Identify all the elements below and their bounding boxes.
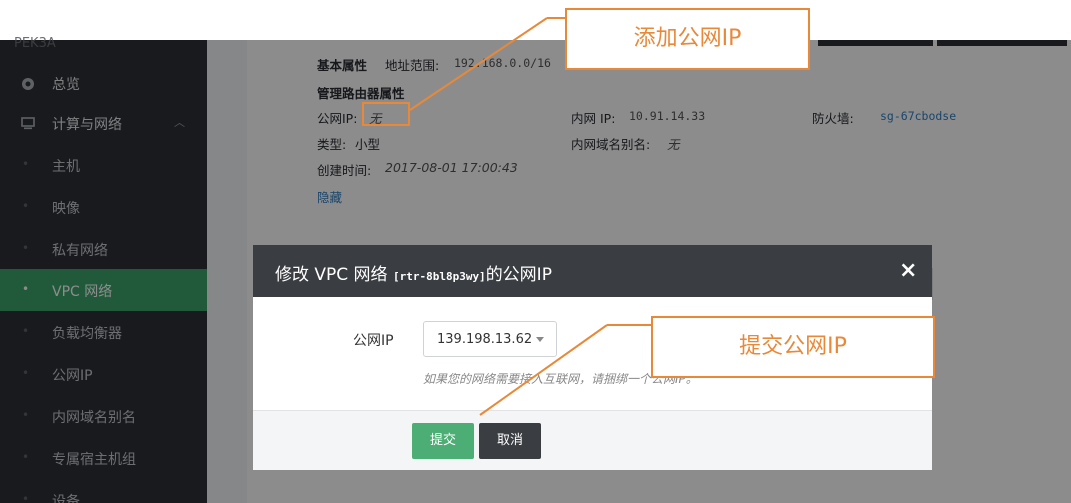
router-id: [rtr-8bl8p3wy]: [392, 270, 486, 283]
public-ip-highlight-box: [362, 102, 410, 126]
selected-ip-value: 139.198.13.62: [437, 332, 533, 347]
dialog-title-suffix: 的公网IP: [485, 265, 552, 285]
public-ip-select[interactable]: 139.198.13.62: [423, 321, 557, 357]
callout-submit-public-ip: 提交公网IP: [651, 316, 935, 378]
dialog-header: 修改 VPC 网络 [rtr-8bl8p3wy]的公网IP ×: [253, 245, 932, 297]
dialog-footer: 提交 取消: [253, 410, 932, 470]
screen: PEK3A 总览 计算与网络 ︿ • 主机 • 映像 • 私有网络 • VPC …: [0, 0, 1071, 503]
dialog-title-prefix: 修改 VPC 网络: [275, 265, 393, 285]
top-bar: [0, 0, 1071, 40]
close-icon[interactable]: ×: [899, 258, 917, 283]
public-ip-field-label: 公网IP: [353, 333, 394, 349]
caret-down-icon: [536, 337, 544, 342]
cancel-button[interactable]: 取消: [479, 423, 541, 459]
dialog-title: 修改 VPC 网络 [rtr-8bl8p3wy]的公网IP: [275, 260, 552, 285]
submit-button[interactable]: 提交: [412, 423, 474, 459]
callout-add-public-ip: 添加公网IP: [565, 8, 810, 70]
